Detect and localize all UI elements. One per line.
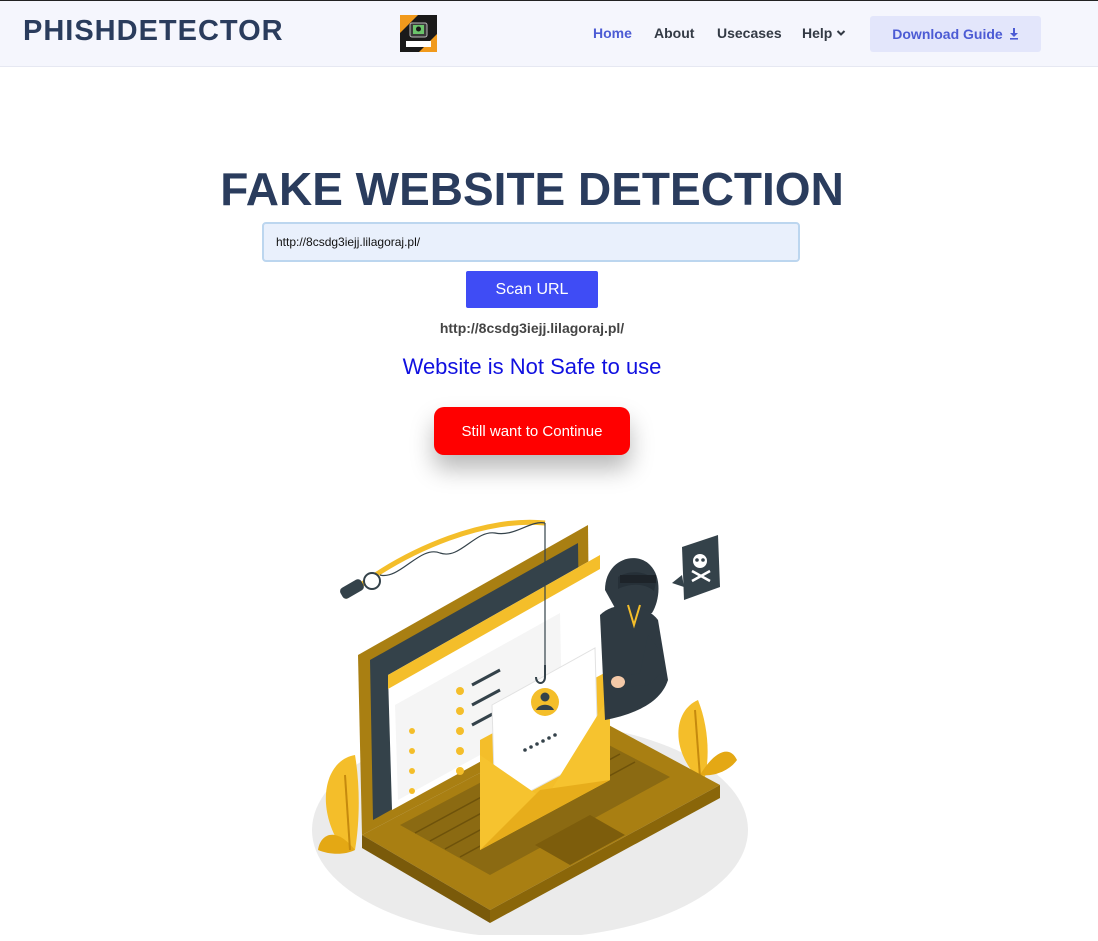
nav-about-link[interactable]: About: [654, 25, 694, 41]
safety-verdict: Website is Not Safe to use: [402, 354, 662, 379]
hacker-figure: [600, 558, 668, 720]
nav-usecases-link[interactable]: Usecases: [717, 25, 782, 41]
url-input[interactable]: [262, 222, 800, 262]
brand-name[interactable]: PHISHDETECTOR: [23, 15, 284, 48]
nav-home-link[interactable]: Home: [593, 25, 632, 41]
app-logo: [400, 15, 437, 52]
scan-url-button[interactable]: Scan URL: [466, 271, 598, 308]
nav-help-link[interactable]: Help: [802, 25, 832, 41]
download-guide-button[interactable]: Download Guide: [870, 16, 1041, 52]
page-title: FAKE WEBSITE DETECTION: [220, 163, 844, 215]
download-guide-label: Download Guide: [892, 26, 1003, 42]
navbar: PHISHDETECTOR Home About Usecases Help D…: [0, 1, 1098, 67]
phishing-illustration: [312, 519, 748, 935]
continue-anyway-button[interactable]: Still want to Continue: [434, 407, 630, 455]
chevron-down-icon[interactable]: [836, 28, 846, 38]
skull-crossbones-icon: [672, 535, 720, 600]
download-icon: [1009, 28, 1018, 40]
scanned-url-text: http://8csdg3iejj.lilagoraj.pl/: [439, 320, 625, 336]
